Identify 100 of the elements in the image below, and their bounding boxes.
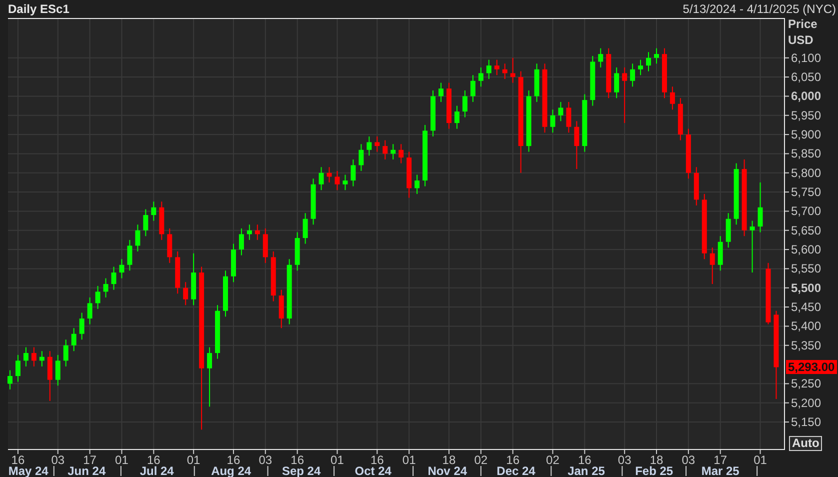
candle (574, 120, 580, 170)
axis-label: 5,450 (791, 300, 822, 314)
candle (159, 201, 164, 240)
candle (630, 63, 636, 88)
axis-label: 5,200 (791, 396, 822, 410)
axis-label: 16 (506, 453, 520, 467)
candle (286, 258, 292, 325)
candle (478, 66, 484, 88)
candle (294, 232, 300, 272)
candle (342, 174, 348, 191)
axis-label: 03 (618, 453, 632, 467)
axis-label: 5,250 (791, 376, 822, 391)
candle (510, 57, 516, 84)
candle (454, 105, 460, 130)
candle (119, 258, 124, 279)
candle (502, 63, 508, 80)
month-label: Jun 24 (68, 464, 106, 477)
candle (422, 124, 428, 187)
candle (278, 289, 284, 329)
candle (39, 350, 44, 367)
axis-label: 17 (714, 453, 728, 467)
axis-label: 5,700 (791, 204, 822, 218)
axis-label: 5,850 (791, 146, 822, 161)
candle (302, 212, 308, 244)
candle (47, 350, 52, 402)
axis-label: 5,800 (791, 166, 822, 180)
axis-label: 5,500 (791, 280, 822, 295)
month-label: Feb 25 (635, 464, 674, 477)
candle (374, 136, 380, 152)
candle (406, 151, 412, 198)
candle (143, 208, 148, 237)
axis-label: 5,900 (791, 128, 822, 142)
candle (230, 243, 236, 283)
axis-label: 18 (650, 453, 664, 467)
axis-label: 5,950 (791, 108, 822, 122)
axis-label: 16 (226, 453, 240, 467)
candle (710, 247, 715, 285)
axis-label: 16 (578, 453, 592, 467)
candle (350, 158, 356, 187)
axis-label: 5,650 (791, 223, 822, 238)
candle (87, 296, 92, 325)
date-range: 5/13/2024 - 4/11/2025 (NYC) (682, 2, 836, 16)
candle (382, 140, 388, 160)
candle (614, 66, 620, 99)
candle (31, 346, 36, 367)
candle (758, 182, 763, 233)
candle (191, 252, 196, 306)
chart-title: Daily ESc1 (8, 2, 70, 16)
axis-label: 01 (186, 453, 200, 467)
axis-label: 03 (51, 453, 65, 467)
candle (598, 48, 604, 68)
candle (750, 220, 755, 274)
candle (766, 262, 771, 325)
candle (366, 136, 372, 156)
candle (550, 109, 556, 134)
candle (414, 174, 420, 194)
candle (622, 66, 628, 124)
candle (127, 239, 132, 272)
axis-label: 01 (402, 453, 416, 467)
candle (270, 250, 276, 302)
candle (63, 339, 68, 367)
axis-label: 16 (146, 453, 160, 467)
candle (223, 270, 228, 318)
candle (446, 82, 452, 130)
candle (71, 328, 76, 352)
last-price-tag: 5,293.00 (786, 360, 837, 374)
candle (694, 166, 699, 206)
candle (470, 74, 476, 102)
axis-label: 5,750 (791, 185, 822, 200)
month-label: Mar 25 (701, 464, 740, 477)
candle (390, 144, 396, 160)
axis-label: 5,400 (791, 319, 822, 334)
axis-label: 01 (754, 453, 767, 467)
axis-label: 16 (11, 453, 25, 467)
candle (151, 201, 156, 222)
candle (606, 48, 612, 99)
candle (254, 224, 260, 240)
auto-scale-button[interactable]: Auto (789, 436, 822, 451)
candle (590, 55, 596, 106)
candle (246, 224, 252, 240)
candle (734, 162, 739, 226)
candle (135, 224, 140, 252)
candle (23, 346, 28, 367)
axis-label: 5,150 (791, 415, 822, 430)
candle (183, 282, 188, 306)
candle (55, 354, 60, 386)
axis-label: 16 (290, 453, 304, 467)
candle (638, 59, 644, 76)
candle (526, 90, 532, 152)
candle (646, 52, 652, 72)
axis-label: 6,000 (791, 89, 822, 104)
candle (438, 82, 444, 102)
candle (398, 144, 404, 164)
candle (686, 128, 691, 180)
candle (215, 304, 220, 360)
month-label: Nov 24 (428, 464, 468, 477)
candle (175, 250, 180, 294)
candle (726, 212, 731, 248)
axis-label: 6,100 (791, 50, 822, 65)
candle (334, 170, 340, 191)
